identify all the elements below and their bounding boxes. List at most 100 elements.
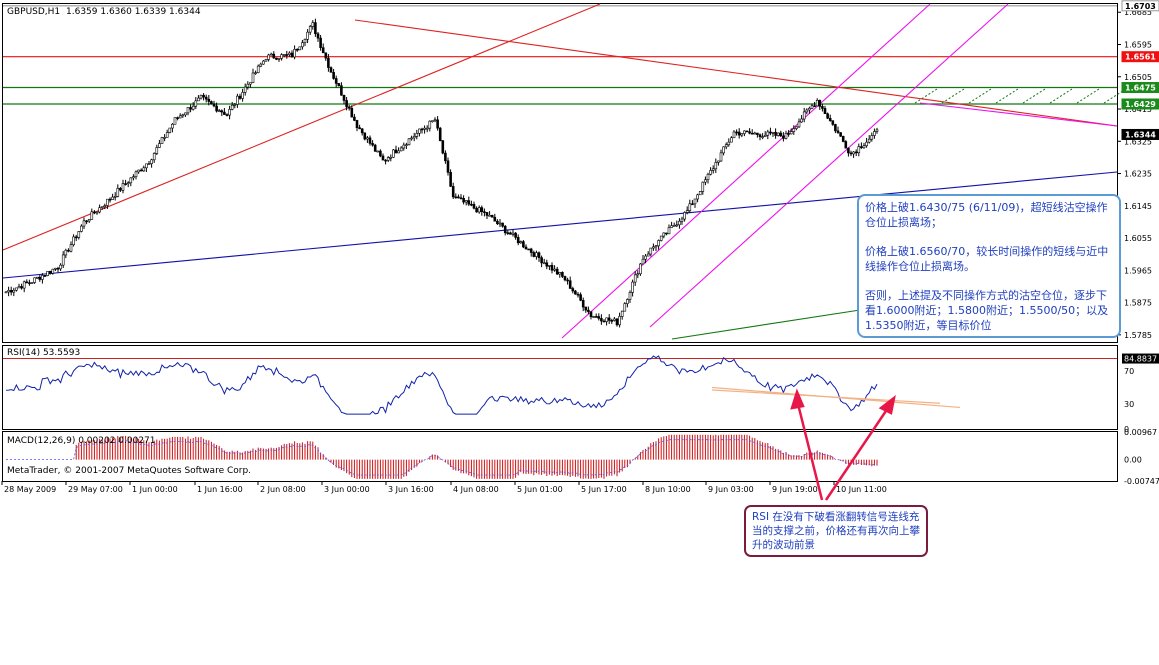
candle-body: [763, 134, 767, 137]
candle-body: [373, 144, 377, 152]
candle-body: [171, 123, 174, 129]
candle-body: [314, 22, 317, 35]
candle-body: [769, 131, 772, 134]
candle-body: [259, 63, 263, 67]
candle-body: [529, 248, 533, 253]
candle-body: [93, 211, 96, 214]
candle-body: [399, 147, 403, 152]
candle-body: [197, 97, 200, 102]
candle-body: [795, 126, 798, 129]
candle-body: [542, 262, 546, 265]
candle-body: [22, 281, 26, 289]
candle-body: [732, 131, 736, 139]
candle-body: [64, 249, 68, 256]
candle-body: [459, 197, 463, 200]
candle-body: [709, 170, 712, 175]
candle-body: [389, 156, 393, 159]
time-axis: 28 May 2009 29 May 07:00 1 Jun 00:00 1 Jun …: [1, 481, 887, 494]
candle-body: [847, 147, 850, 154]
candle-body: [537, 252, 541, 258]
time-tick-label: 1 Jun 00:00: [132, 485, 178, 494]
candle-body: [821, 106, 824, 109]
annotation-paragraph-1: 价格上破1.6430/75 (6/11/09)，超短线沽空操作仓位止损离场；: [865, 201, 1108, 229]
candle-body: [750, 132, 754, 135]
annotation-paragraph-2: 价格上破1.6560/70，较长时间操作的短线与近中线操作仓位止损离场。: [865, 245, 1109, 273]
candle-body: [194, 100, 198, 107]
candle-body: [150, 159, 153, 164]
candle-body: [280, 54, 283, 59]
candle-body: [782, 135, 785, 139]
candle-body: [410, 137, 413, 140]
candle-body: [527, 248, 530, 251]
candle-body: [137, 169, 140, 173]
candlestick-series: [4, 18, 879, 328]
candle-body: [711, 168, 715, 171]
time-tick-label: 4 Jun 08:00: [453, 485, 499, 494]
candle-body: [581, 300, 585, 308]
candle-body: [561, 272, 564, 277]
candle-body: [163, 137, 166, 139]
candle-body: [158, 143, 161, 148]
candle-body: [576, 293, 580, 296]
candle-body: [199, 94, 203, 99]
time-tick-label: 29 May 07:00: [68, 485, 123, 494]
macd-tick-label: 0.00: [1124, 456, 1142, 465]
time-tick-label: 3 Jun 00:00: [324, 485, 370, 494]
price-tag-label: 1.6475: [1125, 84, 1156, 93]
candle-body: [178, 115, 182, 119]
candle-body: [631, 281, 634, 293]
candle-body: [628, 292, 632, 300]
price-tick-label: 1.5785: [1124, 331, 1152, 340]
candle-body: [813, 105, 816, 108]
candle-body: [72, 236, 75, 245]
candle-body: [568, 280, 572, 289]
candle-body: [756, 132, 759, 135]
candle-body: [748, 131, 751, 134]
price-tick-label: 1.5875: [1124, 299, 1152, 308]
candle-body: [38, 276, 42, 280]
candle-body: [683, 212, 686, 220]
candle-body: [753, 132, 757, 135]
candle-body: [360, 128, 364, 134]
channel-extension: [919, 102, 1118, 127]
rsi-series-line: [5, 355, 878, 415]
candle-body: [431, 120, 434, 122]
candle-body: [488, 214, 491, 217]
candle-body: [407, 138, 411, 145]
candle-body: [558, 272, 562, 275]
candle-body: [485, 212, 489, 216]
candle-body: [659, 235, 663, 241]
candle-body: [605, 317, 608, 322]
price-tick-label: 1.6595: [1124, 41, 1152, 50]
candle-body: [693, 198, 697, 205]
candle-body: [771, 131, 775, 134]
candle-body: [337, 83, 341, 86]
candle-body: [181, 114, 185, 117]
candle-body: [633, 274, 637, 283]
candle-body: [116, 188, 120, 197]
macd-label: MACD(12,26,9) 0.00202 0.00271: [7, 436, 156, 446]
candle-body: [132, 176, 135, 179]
candle-body: [550, 265, 554, 271]
candle-body: [415, 133, 419, 137]
candle-body: [334, 78, 338, 84]
candle-body: [168, 127, 172, 133]
time-tick-label: 10 Jun 11:00: [836, 485, 887, 494]
price-tag-label: 1.6344: [1125, 130, 1156, 139]
candle-body: [802, 111, 806, 120]
candle-body: [176, 117, 179, 119]
candle-body: [743, 130, 746, 134]
candle-body: [828, 117, 832, 121]
candle-body: [600, 318, 603, 322]
candle-body: [87, 219, 91, 222]
candle-body: [779, 132, 783, 137]
candle-body: [826, 113, 829, 119]
candle-body: [327, 57, 330, 68]
candle-body: [30, 282, 34, 284]
candle-body: [264, 59, 268, 62]
candle-body: [470, 203, 473, 206]
candle-body: [43, 275, 47, 277]
candle-body: [321, 47, 325, 54]
price-tags: 1.6703 1.6561 1.6475 1.6429 1.6344: [1121, 0, 1159, 140]
candle-body: [592, 316, 595, 318]
